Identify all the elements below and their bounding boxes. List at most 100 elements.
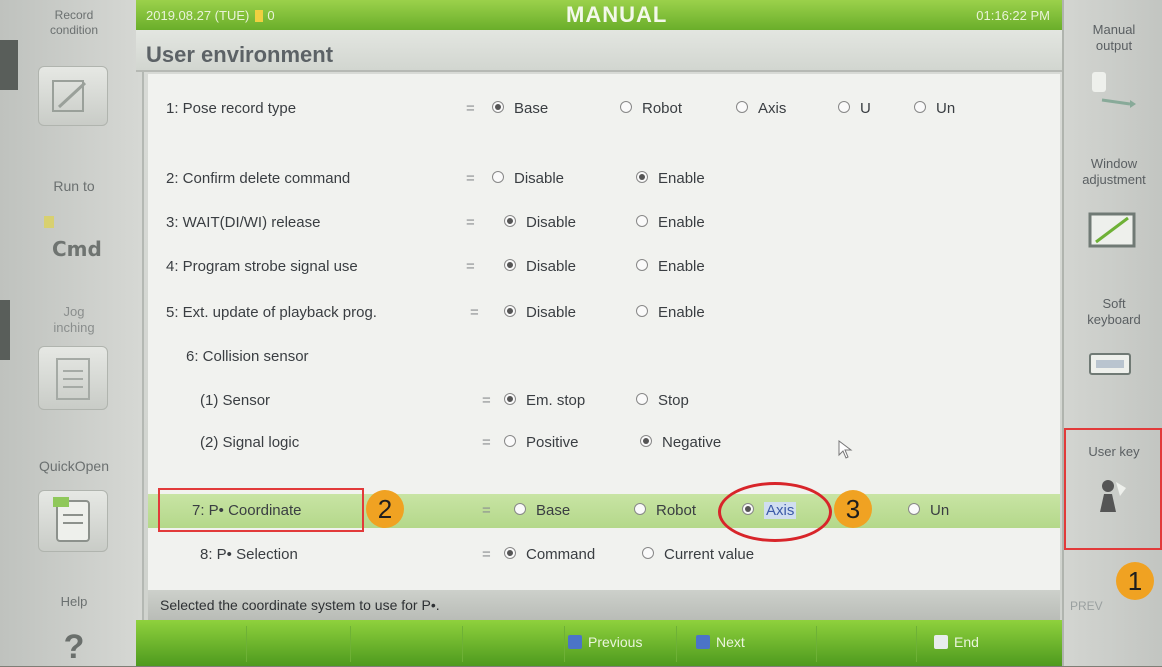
radio-icon[interactable] [908, 503, 920, 515]
radio-icon[interactable] [514, 503, 526, 515]
radio-option-enable[interactable]: Enable [636, 258, 705, 275]
question-mark-icon[interactable]: ? [14, 628, 134, 667]
radio-icon[interactable] [504, 435, 516, 447]
window-adjustment-icon[interactable] [1086, 210, 1138, 252]
radio-icon[interactable] [634, 503, 646, 515]
next-icon [696, 635, 710, 649]
radio-option-command[interactable]: Command [504, 546, 595, 563]
radio-option-disable[interactable]: Disable [504, 214, 576, 231]
status-message: Selected the coordinate system to use fo… [160, 597, 440, 613]
divider [916, 626, 917, 662]
help-button[interactable]: Help [14, 594, 134, 609]
window-adjustment-button[interactable]: Window adjustment [1068, 156, 1160, 188]
setting-label: 4: Program strobe signal use [166, 258, 358, 275]
quickopen-button[interactable]: QuickOpen [14, 458, 134, 474]
radio-selected-icon[interactable] [640, 435, 652, 447]
radio-selected-icon[interactable] [504, 547, 516, 559]
quickopen-icon[interactable] [38, 490, 108, 552]
divider [246, 626, 247, 662]
radio-icon[interactable] [636, 393, 648, 405]
manual-output-icon[interactable] [1086, 70, 1138, 112]
radio-option-base[interactable]: Base [492, 100, 548, 117]
radio-selected-icon[interactable] [636, 171, 648, 183]
date-display: 2019.08.27 (TUE) 0 [146, 8, 275, 23]
setting-row-ext-update: 5: Ext. update of playback prog. = Disab… [148, 296, 1060, 330]
radio-option-disable[interactable]: Disable [492, 170, 564, 187]
setting-row-signal-logic: (2) Signal logic = Positive Negative [148, 426, 1060, 460]
run-to-button[interactable]: Run to [14, 178, 134, 194]
divider [816, 626, 817, 662]
radio-selected-icon[interactable] [504, 259, 516, 271]
radio-icon[interactable] [492, 171, 504, 183]
end-button[interactable]: End [934, 634, 979, 650]
radio-icon[interactable] [736, 101, 748, 113]
divider [564, 626, 565, 662]
radio-selected-icon[interactable] [504, 215, 516, 227]
radio-icon[interactable] [914, 101, 926, 113]
prev-button[interactable]: PREV [1070, 598, 1162, 614]
radio-option-disable[interactable]: Disable [504, 258, 576, 275]
mouse-cursor-icon [838, 440, 853, 459]
next-button[interactable]: Next [696, 634, 745, 650]
radio-option-un[interactable]: Un [908, 502, 949, 519]
setting-row-program-strobe: 4: Program strobe signal use = Disable E… [148, 250, 1060, 284]
radio-option-robot[interactable]: Robot [620, 100, 682, 117]
radio-option-disable[interactable]: Disable [504, 304, 576, 321]
previous-button[interactable]: Previous [568, 634, 642, 650]
radio-option-positive[interactable]: Positive [504, 434, 579, 451]
radio-option-em-stop[interactable]: Em. stop [504, 392, 585, 409]
setting-label: (2) Signal logic [200, 434, 300, 451]
soft-keyboard-button[interactable]: Soft keyboard [1068, 296, 1160, 328]
radio-option-base[interactable]: Base [514, 502, 570, 519]
annotation-box-user-key [1064, 428, 1162, 550]
radio-icon[interactable] [838, 101, 850, 113]
radio-option-u[interactable]: U [838, 100, 871, 117]
title-bar: 2019.08.27 (TUE) 0 MANUAL 01:16:22 PM [136, 0, 1062, 30]
radio-selected-icon[interactable] [492, 101, 504, 113]
setting-row-collision-sensor: 6: Collision sensor [148, 340, 1060, 374]
jog-inching-button[interactable]: Jog inching [14, 304, 134, 336]
radio-option-axis[interactable]: Axis [736, 100, 786, 117]
setting-label: 1: Pose record type [166, 100, 297, 117]
radio-option-enable[interactable]: Enable [636, 304, 705, 321]
setting-row-p-selection: 8: P• Selection = Command Current value [148, 538, 1060, 572]
radio-option-stop[interactable]: Stop [636, 392, 689, 409]
equals-sign: = [470, 304, 479, 321]
jog-inching-icon[interactable] [38, 346, 108, 410]
equals-sign: = [482, 502, 491, 519]
left-edge-tab [0, 40, 18, 90]
radio-option-negative[interactable]: Negative [640, 434, 721, 451]
annotation-circle-axis [718, 482, 832, 542]
equals-sign: = [482, 434, 491, 451]
annotation-badge-2: 2 [366, 490, 404, 528]
radio-selected-icon[interactable] [504, 305, 516, 317]
manual-output-button[interactable]: Manual output [1068, 22, 1160, 54]
radio-option-un[interactable]: Un [914, 100, 955, 117]
status-message-bar: Selected the coordinate system to use fo… [148, 590, 1060, 620]
radio-icon[interactable] [642, 547, 654, 559]
equals-sign: = [466, 100, 475, 117]
end-icon [934, 635, 948, 649]
setting-label: 5: Ext. update of playback prog. [166, 304, 377, 321]
setting-row-confirm-delete: 2: Confirm delete command = Disable Enab… [148, 162, 1060, 196]
cmd-icon[interactable]: Cmd [38, 212, 106, 270]
radio-icon[interactable] [620, 101, 632, 113]
record-condition-icon[interactable] [38, 66, 108, 126]
radio-option-enable[interactable]: Enable [636, 214, 705, 231]
record-condition-button[interactable]: Record condition [14, 8, 134, 38]
signal-icon [255, 10, 264, 22]
divider [462, 626, 463, 662]
radio-selected-icon[interactable] [504, 393, 516, 405]
radio-option-enable[interactable]: Enable [636, 170, 705, 187]
radio-option-robot[interactable]: Robot [634, 502, 696, 519]
radio-icon[interactable] [636, 305, 648, 317]
setting-row-sensor: (1) Sensor = Em. stop Stop [148, 384, 1060, 418]
keyboard-icon[interactable] [1086, 344, 1138, 386]
divider [676, 626, 677, 662]
teach-pendant-screen: Record condition Run to Cmd Jog inching … [0, 0, 1162, 666]
radio-option-current-value[interactable]: Current value [642, 546, 754, 563]
radio-icon[interactable] [636, 259, 648, 271]
setting-label: (1) Sensor [200, 392, 271, 409]
annotation-box-p-coordinate [158, 488, 364, 532]
radio-icon[interactable] [636, 215, 648, 227]
